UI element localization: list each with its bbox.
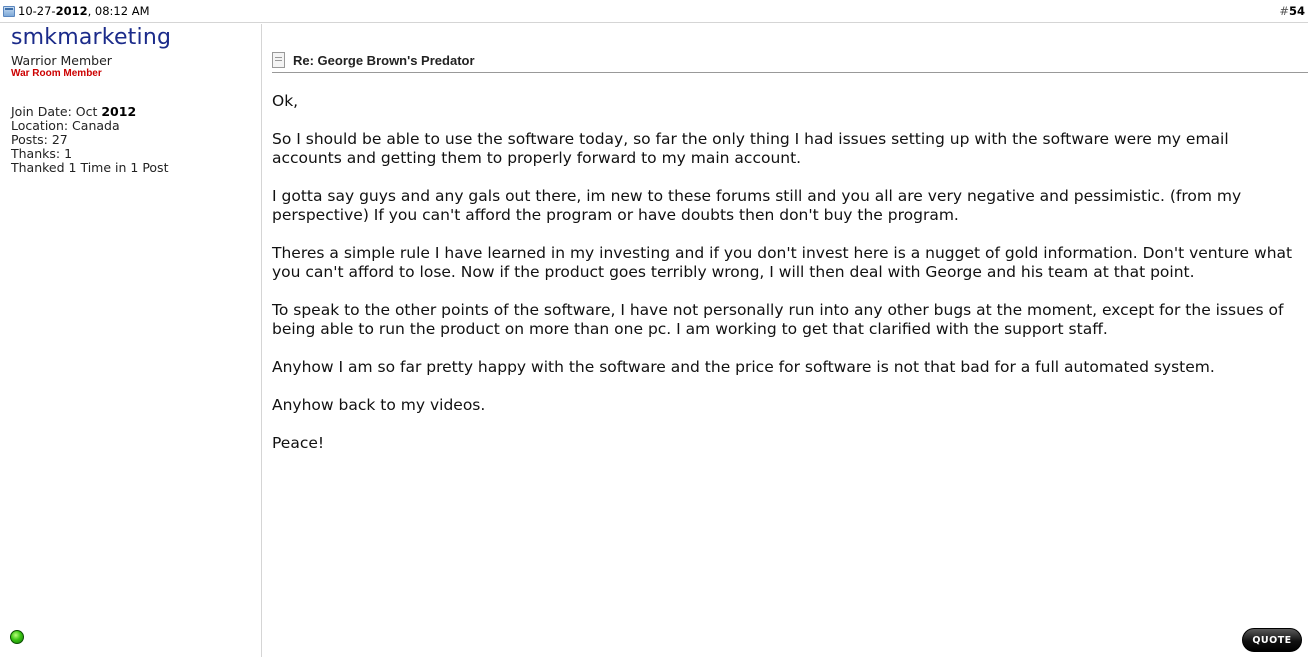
user-rank: War Room Member	[11, 68, 102, 79]
join-year: 2012	[101, 104, 137, 119]
post-paragraph: To speak to the other points of the soft…	[272, 301, 1284, 338]
date-year: 2012	[55, 4, 88, 18]
join-label: Join Date: Oct	[11, 104, 102, 119]
date-time: , 08:12 AM	[87, 4, 150, 18]
user-posts: Posts: 27	[11, 132, 68, 147]
post-number[interactable]: 54	[1289, 4, 1305, 18]
post-hash: #	[1279, 4, 1289, 18]
user-location: Location: Canada	[11, 118, 120, 133]
user-thanked: Thanked 1 Time in 1 Post	[11, 160, 169, 175]
join-date: Join Date: Oct 2012	[11, 105, 168, 119]
post-paragraph: So I should be able to use the software …	[272, 130, 1229, 167]
post-paragraph: Anyhow I am so far pretty happy with the…	[272, 358, 1215, 376]
post-paragraph: I gotta say guys and any gals out there,…	[272, 187, 1242, 224]
document-icon	[272, 52, 285, 68]
post-paragraph: Theres a simple rule I have learned in m…	[272, 244, 1293, 281]
post-number-link[interactable]: #54	[1279, 4, 1305, 18]
post-content-area: Re: George Brown's Predator Ok, So I sho…	[263, 24, 1308, 657]
date-prefix: 10-27-	[18, 4, 56, 18]
post-title-row: Re: George Brown's Predator	[272, 52, 475, 68]
title-divider	[272, 72, 1308, 73]
post-paragraph: Peace!	[272, 434, 325, 452]
post-date: 10-27- 2012, 08:12 AM	[0, 4, 150, 18]
post-paragraph: Anyhow back to my videos.	[272, 396, 486, 414]
post-title: Re: George Brown's Predator	[293, 52, 475, 68]
quote-button[interactable]: QUOTE	[1242, 628, 1302, 652]
post-paragraph: Ok,	[272, 92, 299, 110]
user-info: Join Date: Oct 2012 Location: Canada Pos…	[11, 105, 168, 175]
username-link[interactable]: smkmarketing	[11, 25, 171, 50]
user-title: Warrior Member	[11, 53, 112, 68]
online-status-icon	[10, 630, 24, 644]
post-body: Ok, So I should be able to use the softw…	[272, 92, 1302, 472]
post-icon	[3, 5, 15, 17]
user-thanks: Thanks: 1	[11, 146, 73, 161]
post-header-bar: 10-27- 2012, 08:12 AM #54	[0, 0, 1308, 23]
